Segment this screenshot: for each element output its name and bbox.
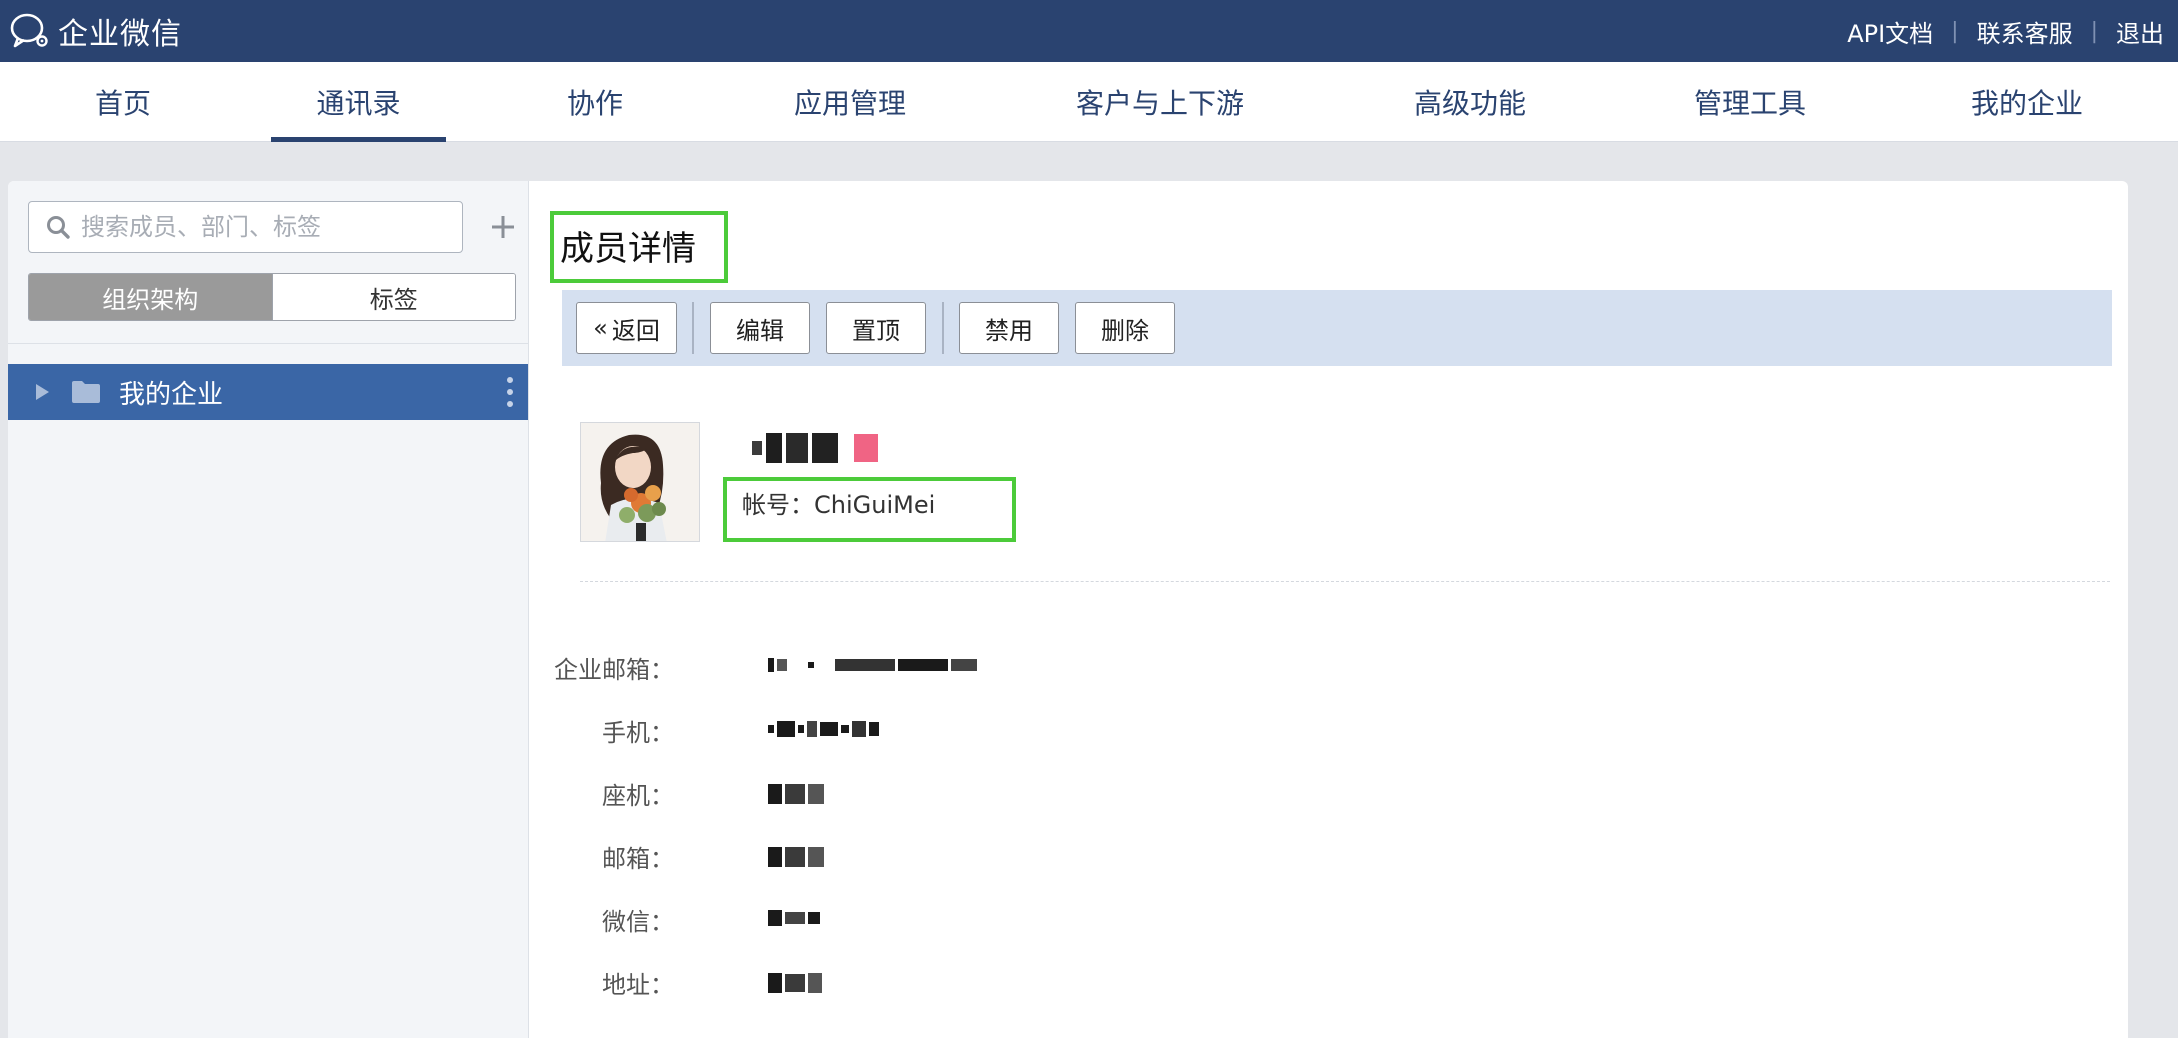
field-wechat: 微信： [530, 902, 2030, 942]
field-label: 地址： [602, 971, 674, 999]
account-line: 帐号：ChiGuiMei [742, 485, 935, 520]
delete-button[interactable]: 删除 [1075, 302, 1175, 354]
divider: | [1951, 18, 1959, 44]
divider [580, 581, 2110, 582]
nav-my-enterprise[interactable]: 我的企业 [1957, 62, 2097, 142]
field-email: 邮箱： [530, 839, 2030, 879]
content-panel: 组织架构 标签 我的企业 成员详情 « 返回 编辑 [8, 181, 2128, 1038]
field-value-blurred [768, 973, 825, 993]
field-value-blurred [768, 721, 882, 737]
tab-org-structure[interactable]: 组织架构 [29, 274, 272, 320]
top-links: API文档 | 联系客服 | 退出 [1847, 0, 2164, 62]
nav-admin-tools[interactable]: 管理工具 [1680, 62, 1820, 142]
top-bar: 企业微信 API文档 | 联系客服 | 退出 [0, 0, 2178, 62]
field-value-blurred [768, 784, 827, 804]
field-label: 手机： [602, 719, 674, 747]
member-detail: 成员详情 « 返回 编辑 置顶 禁用 删除 帐号：ChiGuiMei 企业邮箱：… [530, 181, 2128, 1038]
app-logo[interactable]: 企业微信 [8, 11, 182, 52]
member-name-blurred [752, 433, 882, 463]
more-options-icon[interactable] [506, 376, 514, 408]
tab-tags[interactable]: 标签 [271, 274, 515, 320]
divider [692, 302, 694, 354]
divider [8, 343, 528, 344]
folder-icon [72, 381, 100, 403]
add-button[interactable] [478, 203, 528, 251]
field-label: 微信： [602, 908, 674, 936]
nav-contacts[interactable]: 通讯录 [271, 62, 446, 142]
divider: | [2090, 18, 2098, 44]
search-box[interactable] [28, 201, 463, 253]
field-value-blurred [768, 658, 980, 672]
edit-button[interactable]: 编辑 [710, 302, 810, 354]
avatar [580, 422, 700, 542]
field-value-blurred [768, 847, 827, 867]
nav-app-management[interactable]: 应用管理 [780, 62, 920, 142]
logout-link[interactable]: 退出 [2116, 14, 2164, 49]
action-toolbar: « 返回 编辑 置顶 禁用 删除 [562, 290, 2112, 366]
field-label: 座机： [602, 782, 674, 810]
app-title: 企业微信 [58, 17, 182, 52]
nav-collaboration[interactable]: 协作 [545, 62, 645, 142]
field-enterprise-email: 企业邮箱： [530, 650, 2030, 690]
female-gender-icon [854, 434, 878, 462]
account-label: 帐号： [742, 491, 814, 519]
expand-arrow-icon[interactable] [36, 384, 49, 400]
field-address: 地址： [530, 965, 2030, 1005]
main-nav: 首页 通讯录 协作 应用管理 客户与上下游 高级功能 管理工具 我的企业 [0, 62, 2178, 142]
search-icon [47, 216, 70, 239]
tree-item-my-enterprise[interactable]: 我的企业 [8, 364, 528, 420]
page-title: 成员详情 [560, 229, 696, 269]
double-chevron-left-icon: « [593, 314, 608, 342]
pin-button[interactable]: 置顶 [826, 302, 926, 354]
nav-advanced[interactable]: 高级功能 [1400, 62, 1540, 142]
api-docs-link[interactable]: API文档 [1847, 14, 1933, 49]
field-label: 邮箱： [602, 845, 674, 873]
field-landline: 座机： [530, 776, 2030, 816]
sidebar-view-switch: 组织架构 标签 [28, 273, 516, 321]
nav-home[interactable]: 首页 [63, 62, 183, 142]
search-input[interactable] [79, 212, 439, 242]
field-label: 企业邮箱： [554, 656, 674, 684]
field-value-blurred [768, 910, 823, 926]
contacts-sidebar: 组织架构 标签 我的企业 [8, 181, 529, 1038]
tree-item-label: 我的企业 [119, 379, 224, 410]
avatar-image [581, 423, 699, 541]
divider [942, 302, 944, 354]
wecom-logo-icon [10, 13, 48, 48]
nav-customers[interactable]: 客户与上下游 [1065, 62, 1255, 142]
disable-button[interactable]: 禁用 [959, 302, 1059, 354]
back-button-label: 返回 [611, 316, 660, 345]
account-value: ChiGuiMei [814, 491, 936, 519]
contact-support-link[interactable]: 联系客服 [1977, 14, 2073, 49]
plus-icon [492, 216, 514, 238]
field-mobile: 手机： [530, 713, 2030, 753]
back-button[interactable]: « 返回 [576, 302, 677, 354]
